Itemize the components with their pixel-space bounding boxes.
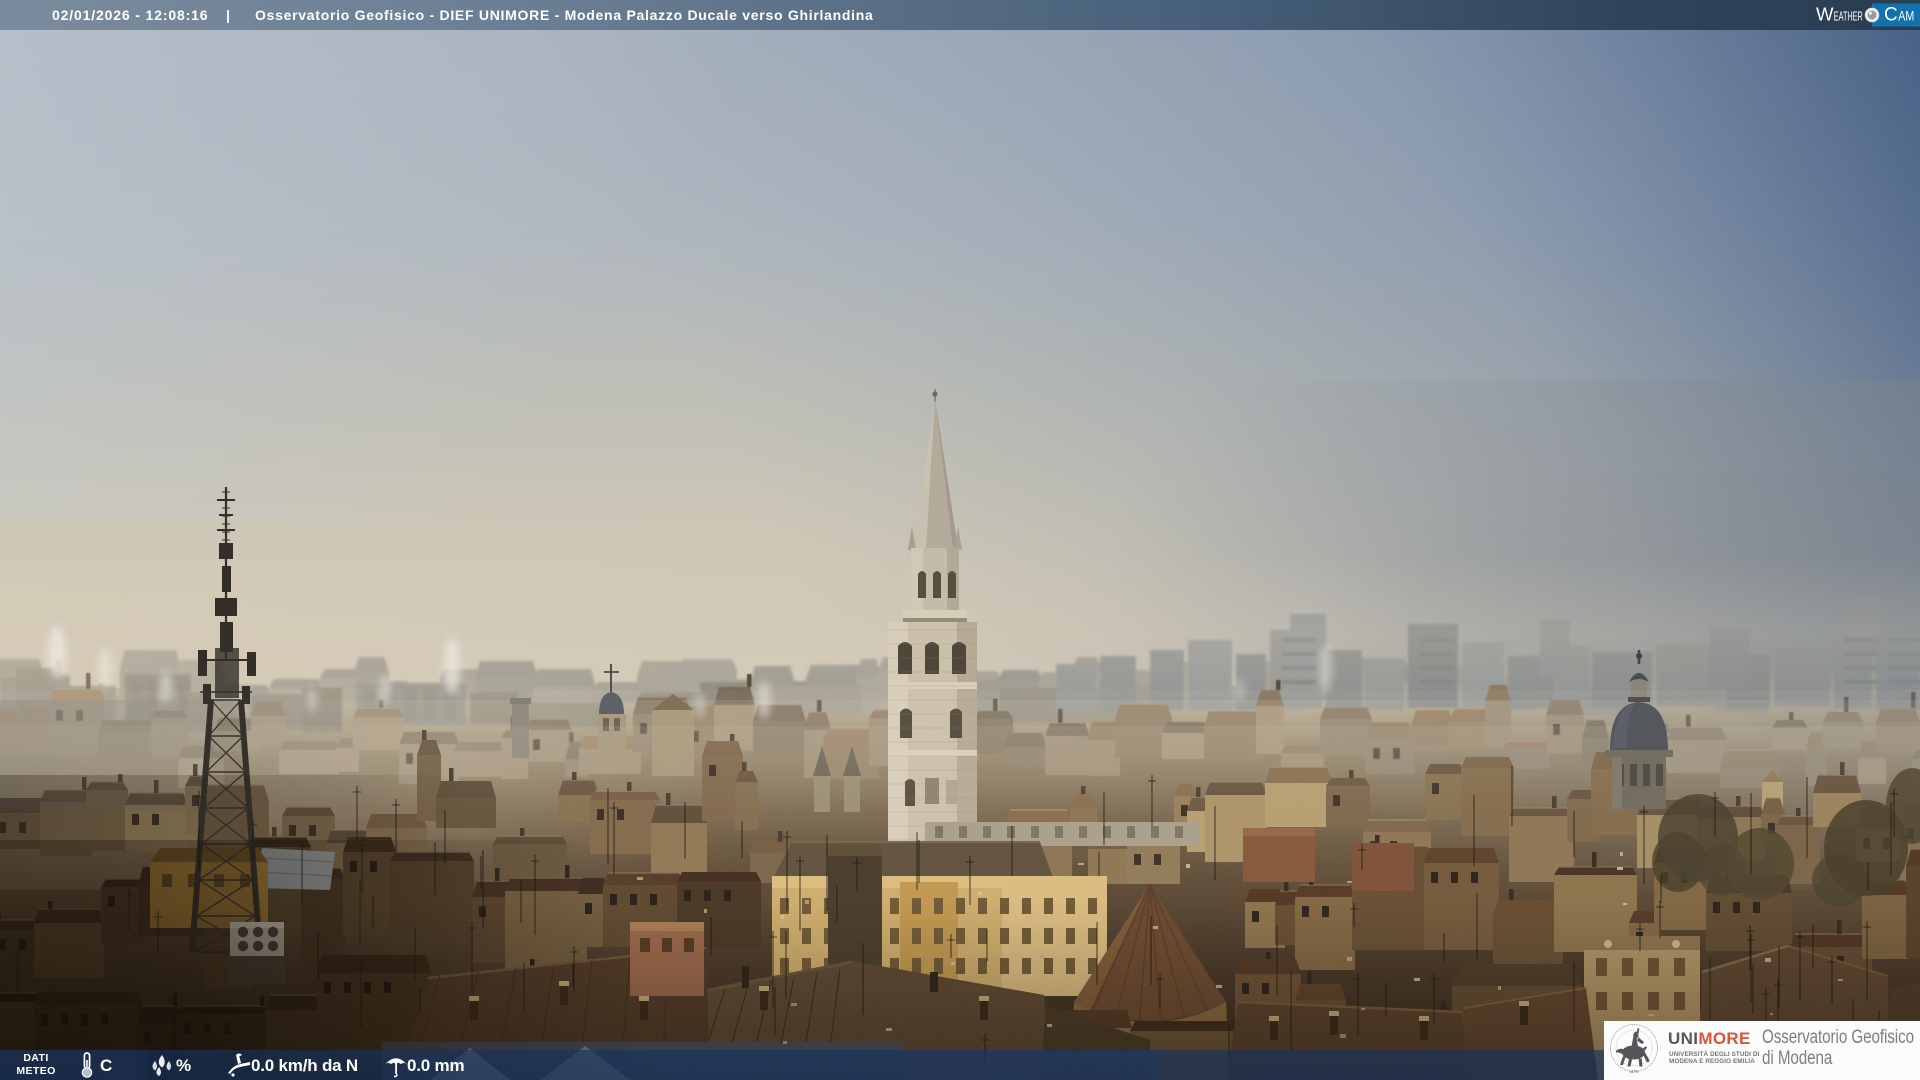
svg-text:CAM: CAM: [1884, 5, 1914, 26]
svg-text:WEATHER: WEATHER: [1816, 4, 1863, 25]
svg-text:1175: 1175: [1629, 1069, 1639, 1074]
